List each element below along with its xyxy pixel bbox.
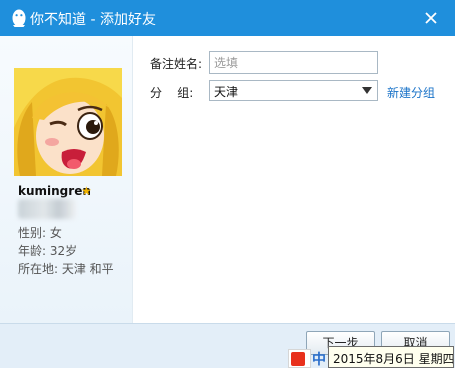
nickname: kumingren [18, 184, 91, 198]
group-select[interactable]: 天津 [209, 80, 378, 101]
window-title: 你不知道 - 添加好友 [30, 12, 156, 28]
blurred-account-id [18, 199, 76, 219]
remark-label: 备注姓名: [150, 57, 203, 71]
location-info: 所在地: 天津 和平 [18, 262, 114, 276]
avatar [14, 68, 122, 176]
date-tooltip: 2015年8月6日 星期四 [328, 346, 454, 368]
qq-penguin-icon [12, 9, 26, 27]
chevron-down-icon[interactable] [362, 87, 372, 94]
gender-info: 性别: 女 [18, 226, 62, 240]
title-bar: 你不知道 - 添加好友 [0, 0, 455, 36]
group-label: 分 组: [150, 86, 194, 100]
sogou-icon[interactable] [291, 352, 305, 366]
remark-input[interactable] [209, 51, 378, 74]
ime-mode-indicator[interactable]: 中 [312, 349, 326, 368]
new-group-link[interactable]: 新建分组 [387, 84, 435, 101]
group-value: 天津 [214, 85, 239, 99]
age-info: 年龄: 32岁 [18, 244, 78, 258]
close-icon[interactable] [423, 10, 439, 26]
star-icon: ★ [81, 184, 92, 198]
